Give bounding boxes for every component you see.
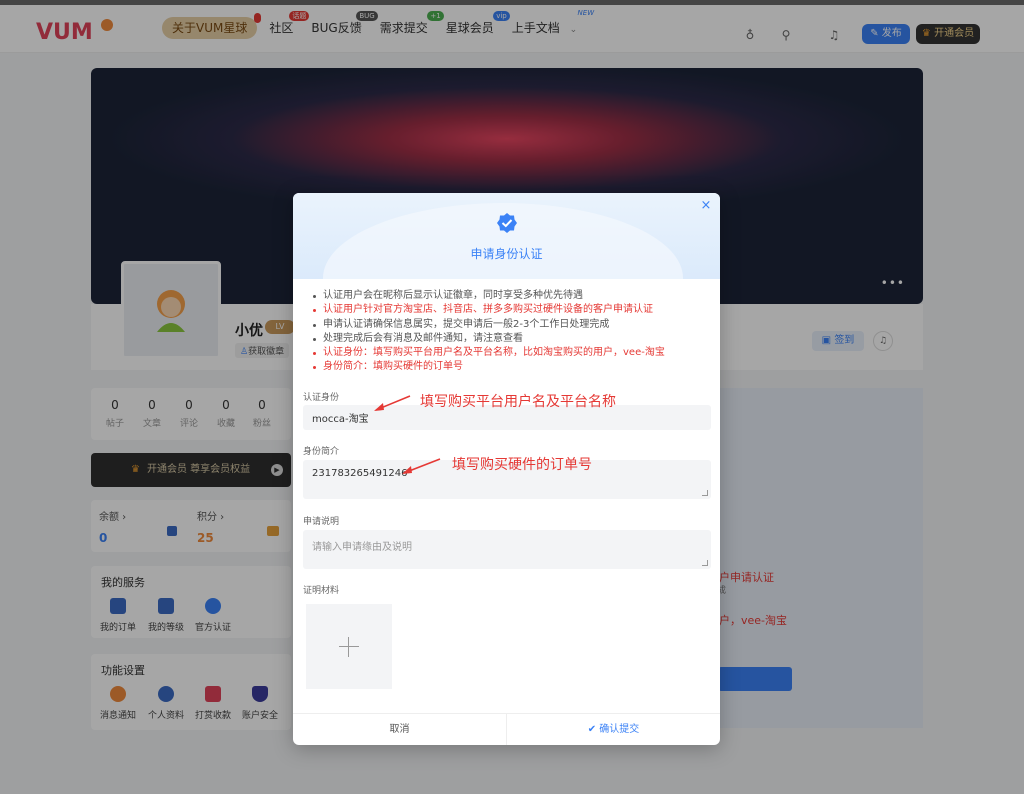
note-item: 认证身份：填写购买平台用户名及平台名称，比如淘宝购买的用户，vee-淘宝 <box>311 346 711 360</box>
dialog-header: 申请身份认证 × <box>293 193 720 279</box>
note-item: 申请认证请确保信息属实，提交申请后一般2-3个工作日处理完成 <box>311 318 711 332</box>
intro-annotation: 填写购买硬件的订单号 <box>452 457 592 473</box>
dialog-title: 申请身份认证 <box>470 247 543 261</box>
desc-textarea[interactable]: 请输入申请缘由及说明 <box>303 530 711 569</box>
note-item: 身份简介：填购买硬件的订单号 <box>311 360 711 374</box>
close-icon[interactable]: × <box>699 199 713 213</box>
material-label: 证明材料 <box>303 586 340 596</box>
note-item: 认证用户会在昵称后显示认证徽章，同时享受多种优先待遇 <box>311 289 711 303</box>
note-item: 处理完成后会有消息及邮件通知，请注意查看 <box>311 332 711 346</box>
confirm-button-label: 确认提交 <box>599 724 640 735</box>
check-icon: ✔ <box>587 724 600 735</box>
verify-notes: 认证用户会在昵称后显示认证徽章，同时享受多种优先待遇 认证用户针对官方淘宝店、抖… <box>311 289 711 375</box>
verified-badge-icon <box>497 213 517 233</box>
identity-annotation: 填写购买平台用户名及平台名称 <box>420 394 616 410</box>
upload-button[interactable] <box>306 604 392 689</box>
confirm-button[interactable]: ✔ 确认提交 <box>507 714 720 745</box>
identity-label: 认证身份 <box>303 393 340 403</box>
intro-label: 身份简介 <box>303 447 340 457</box>
desc-label: 申请说明 <box>303 517 340 527</box>
note-item: 认证用户针对官方淘宝店、抖音店、拼多多购买过硬件设备的客户申请认证 <box>311 303 711 317</box>
resize-handle[interactable] <box>702 560 708 566</box>
plus-icon <box>339 637 359 657</box>
annotation-arrow <box>402 458 441 474</box>
intro-value: 231783265491246 <box>312 468 408 479</box>
annotation-arrow <box>374 395 411 411</box>
cancel-button[interactable]: 取消 <box>293 714 507 745</box>
dialog-footer: 取消 ✔ 确认提交 <box>293 713 720 745</box>
desc-placeholder: 请输入申请缘由及说明 <box>312 542 412 553</box>
resize-handle[interactable] <box>702 490 708 496</box>
